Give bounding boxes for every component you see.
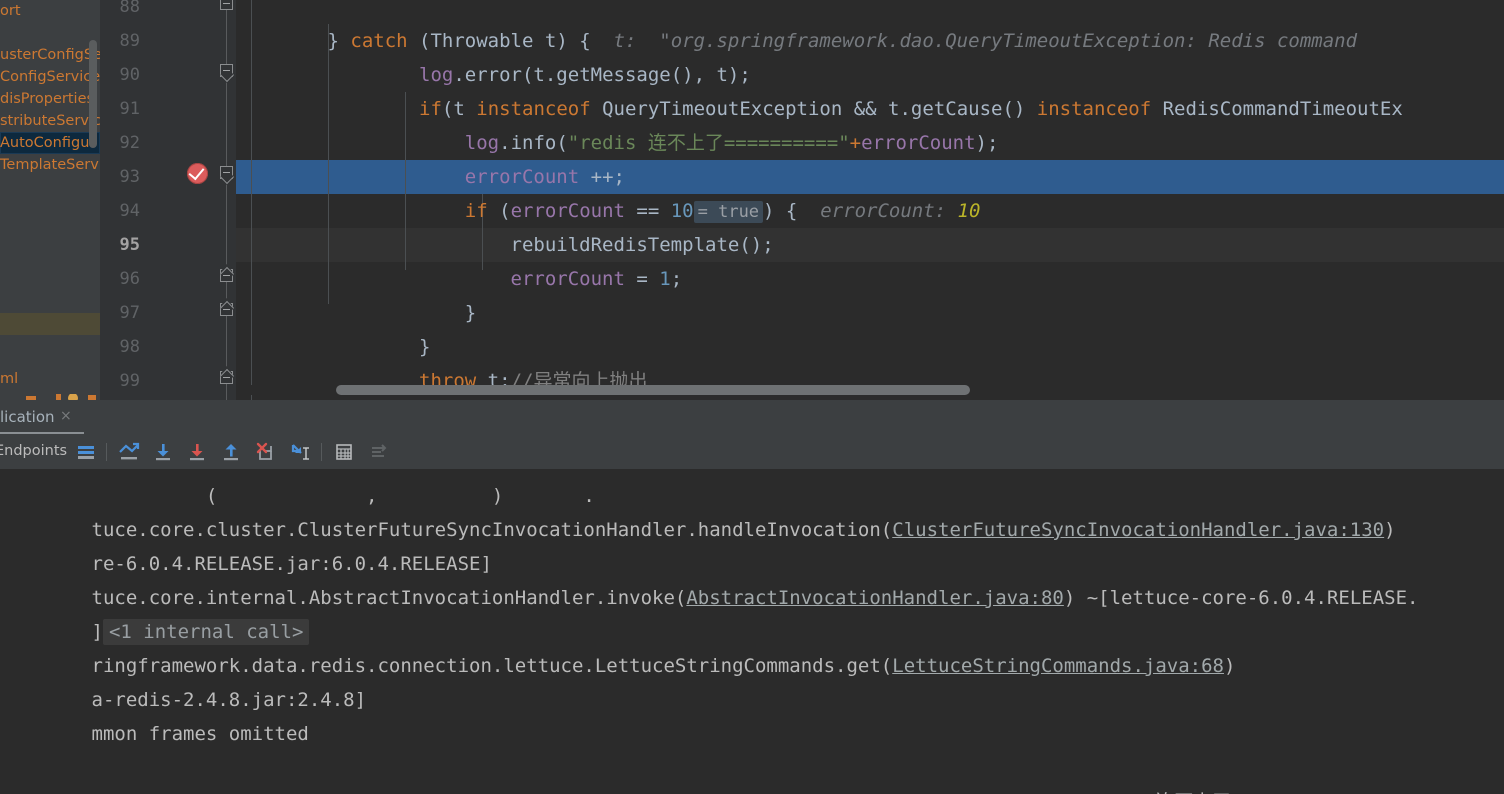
code-text-area[interactable]: } catch (Throwable t) { t: "org.springfr…: [236, 0, 1504, 400]
line-number: 93: [119, 167, 140, 187]
line-number: 99: [119, 371, 140, 391]
run-debug-tool-window: lication × Endpoints (,) . tuce.core.c…: [0, 400, 1504, 794]
show-execution-point-icon[interactable]: [118, 442, 140, 462]
code-line-89: log.error(t.getMessage(), t);: [236, 24, 1504, 86]
drop-frame-icon[interactable]: [255, 442, 275, 462]
console-line: tuce.core.internal.AbstractInvocationHan…: [0, 547, 1419, 609]
tab-application[interactable]: lication: [0, 400, 65, 434]
line-number: 97: [119, 303, 140, 323]
code-line-93: if (errorCount == 10 = true) { errorCount…: [236, 160, 1504, 223]
line-number: 89: [119, 31, 140, 51]
run-to-cursor-icon[interactable]: [290, 442, 310, 462]
editor-gutter[interactable]: 88 89 90 91 92 93 94 95 96 97 98 99: [100, 0, 236, 400]
step-over-icon[interactable]: [153, 442, 173, 462]
fold-marker-region-end-icon[interactable]: [220, 365, 233, 384]
console-line: ringframework.data.redis.connection.lett…: [0, 615, 1236, 677]
code-line-98: throw t;//异常向上抛出: [236, 330, 1504, 392]
project-tree-item[interactable]: usterConfigSer: [0, 44, 100, 66]
fold-marker-region-start-icon[interactable]: [220, 166, 233, 186]
code-line-88: } catch (Throwable t) { t: "org.springfr…: [236, 0, 1504, 52]
fold-marker-region-end-icon[interactable]: [220, 297, 233, 316]
line-number: 90: [119, 65, 140, 85]
console-stacktrace-link[interactable]: LettuceStringCommands.java:68: [892, 655, 1224, 677]
fold-marker-region-start-icon[interactable]: [220, 64, 233, 84]
line-number: 96: [119, 269, 140, 289]
project-tree-item[interactable]: disProperties: [0, 88, 100, 110]
line-number: 88: [119, 0, 140, 17]
console-stacktrace-link[interactable]: ClusterFutureSyncInvocationHandler.java:…: [892, 519, 1384, 541]
editor-hscroll-thumb[interactable]: [336, 385, 970, 395]
console-line: ( , ) .: [0, 469, 595, 507]
toolbar-separator: [106, 443, 107, 461]
toolbar-separator: [321, 443, 322, 461]
code-line-91: log.info("redis 连不上了=========="+errorCou…: [236, 92, 1504, 154]
project-tree-item[interactable]: TemplateServ: [0, 154, 100, 176]
console-output[interactable]: ( , ) . tuce.core.cluster.ClusterFutureS…: [0, 469, 1504, 794]
settings-lines-icon[interactable]: [368, 442, 388, 462]
console-text: ): [1223, 655, 1236, 677]
evaluate-expression-icon[interactable]: [334, 442, 354, 462]
console-line: re-6.0.4.RELEASE.jar:6.0.4.RELEASE]: [0, 513, 492, 575]
project-pane-scrollbar[interactable]: [89, 40, 97, 148]
line-number: 91: [119, 99, 140, 119]
fold-marker-collapse-icon[interactable]: [220, 0, 233, 10]
project-tool-window[interactable]: ort usterConfigSer ConfigService disProp…: [0, 0, 100, 400]
line-number: 92: [119, 133, 140, 153]
tool-window-tab-bar[interactable]: lication ×: [0, 400, 1504, 435]
project-tree-item[interactable]: stributeServic: [0, 110, 100, 132]
close-icon[interactable]: ×: [60, 409, 72, 423]
tab-label: lication: [0, 408, 55, 426]
code-line-92: errorCount ++;: [236, 126, 1504, 188]
project-tree-highlight-row: [0, 313, 100, 335]
line-number-current: 95: [119, 235, 140, 255]
console-text: ): [1384, 519, 1396, 541]
line-number: 98: [119, 337, 140, 357]
code-folding-rail: [226, 0, 227, 400]
console-line: 52:10.027 INFO 18268 --- [nio-8080-exec-…: [0, 751, 1358, 794]
console-line: a-redis-2.4.8.jar:2.4.8]: [0, 649, 367, 711]
breakpoint-verified-icon[interactable]: [187, 163, 208, 184]
debug-toolbar[interactable]: Endpoints: [0, 434, 1504, 469]
code-line-94: rebuildRedisTemplate();: [236, 194, 1504, 256]
console-stacktrace-link[interactable]: AbstractInvocationHandler.java:80: [686, 587, 1064, 609]
endpoints-label[interactable]: Endpoints: [0, 434, 67, 469]
step-out-icon[interactable]: [221, 442, 241, 462]
project-tree-item[interactable]: ml: [0, 368, 100, 390]
fold-marker-region-end-icon[interactable]: [220, 263, 233, 282]
console-line: mmon frames omitted: [0, 683, 309, 745]
line-number: 94: [119, 201, 140, 221]
project-tree-item-selected[interactable]: AutoConfigur: [0, 132, 100, 154]
step-into-icon[interactable]: [187, 442, 207, 462]
project-tree-item[interactable]: ConfigService: [0, 66, 100, 88]
console-text: ) ~[lettuce-core-6.0.4.RELEASE.: [1063, 587, 1419, 609]
code-line-97: }: [236, 296, 1504, 358]
code-line-90: if(t instanceof QueryTimeoutException &&…: [236, 58, 1504, 120]
code-line-95: errorCount = 1;: [236, 228, 1504, 290]
console-line: tuce.core.cluster.ClusterFutureSyncInvoc…: [0, 479, 1396, 541]
code-editor[interactable]: 88 89 90 91 92 93 94 95 96 97 98 99} ca…: [100, 0, 1504, 400]
layout-lines-icon[interactable]: [76, 442, 96, 462]
console-text: mmon frames omitted: [91, 723, 309, 745]
ide-window: ort usterConfigSer ConfigService disProp…: [0, 0, 1504, 794]
code-line-96: }: [236, 262, 1504, 324]
console-line: ] <1 internal call>: [0, 581, 310, 645]
project-tree-item[interactable]: ort: [0, 0, 100, 22]
